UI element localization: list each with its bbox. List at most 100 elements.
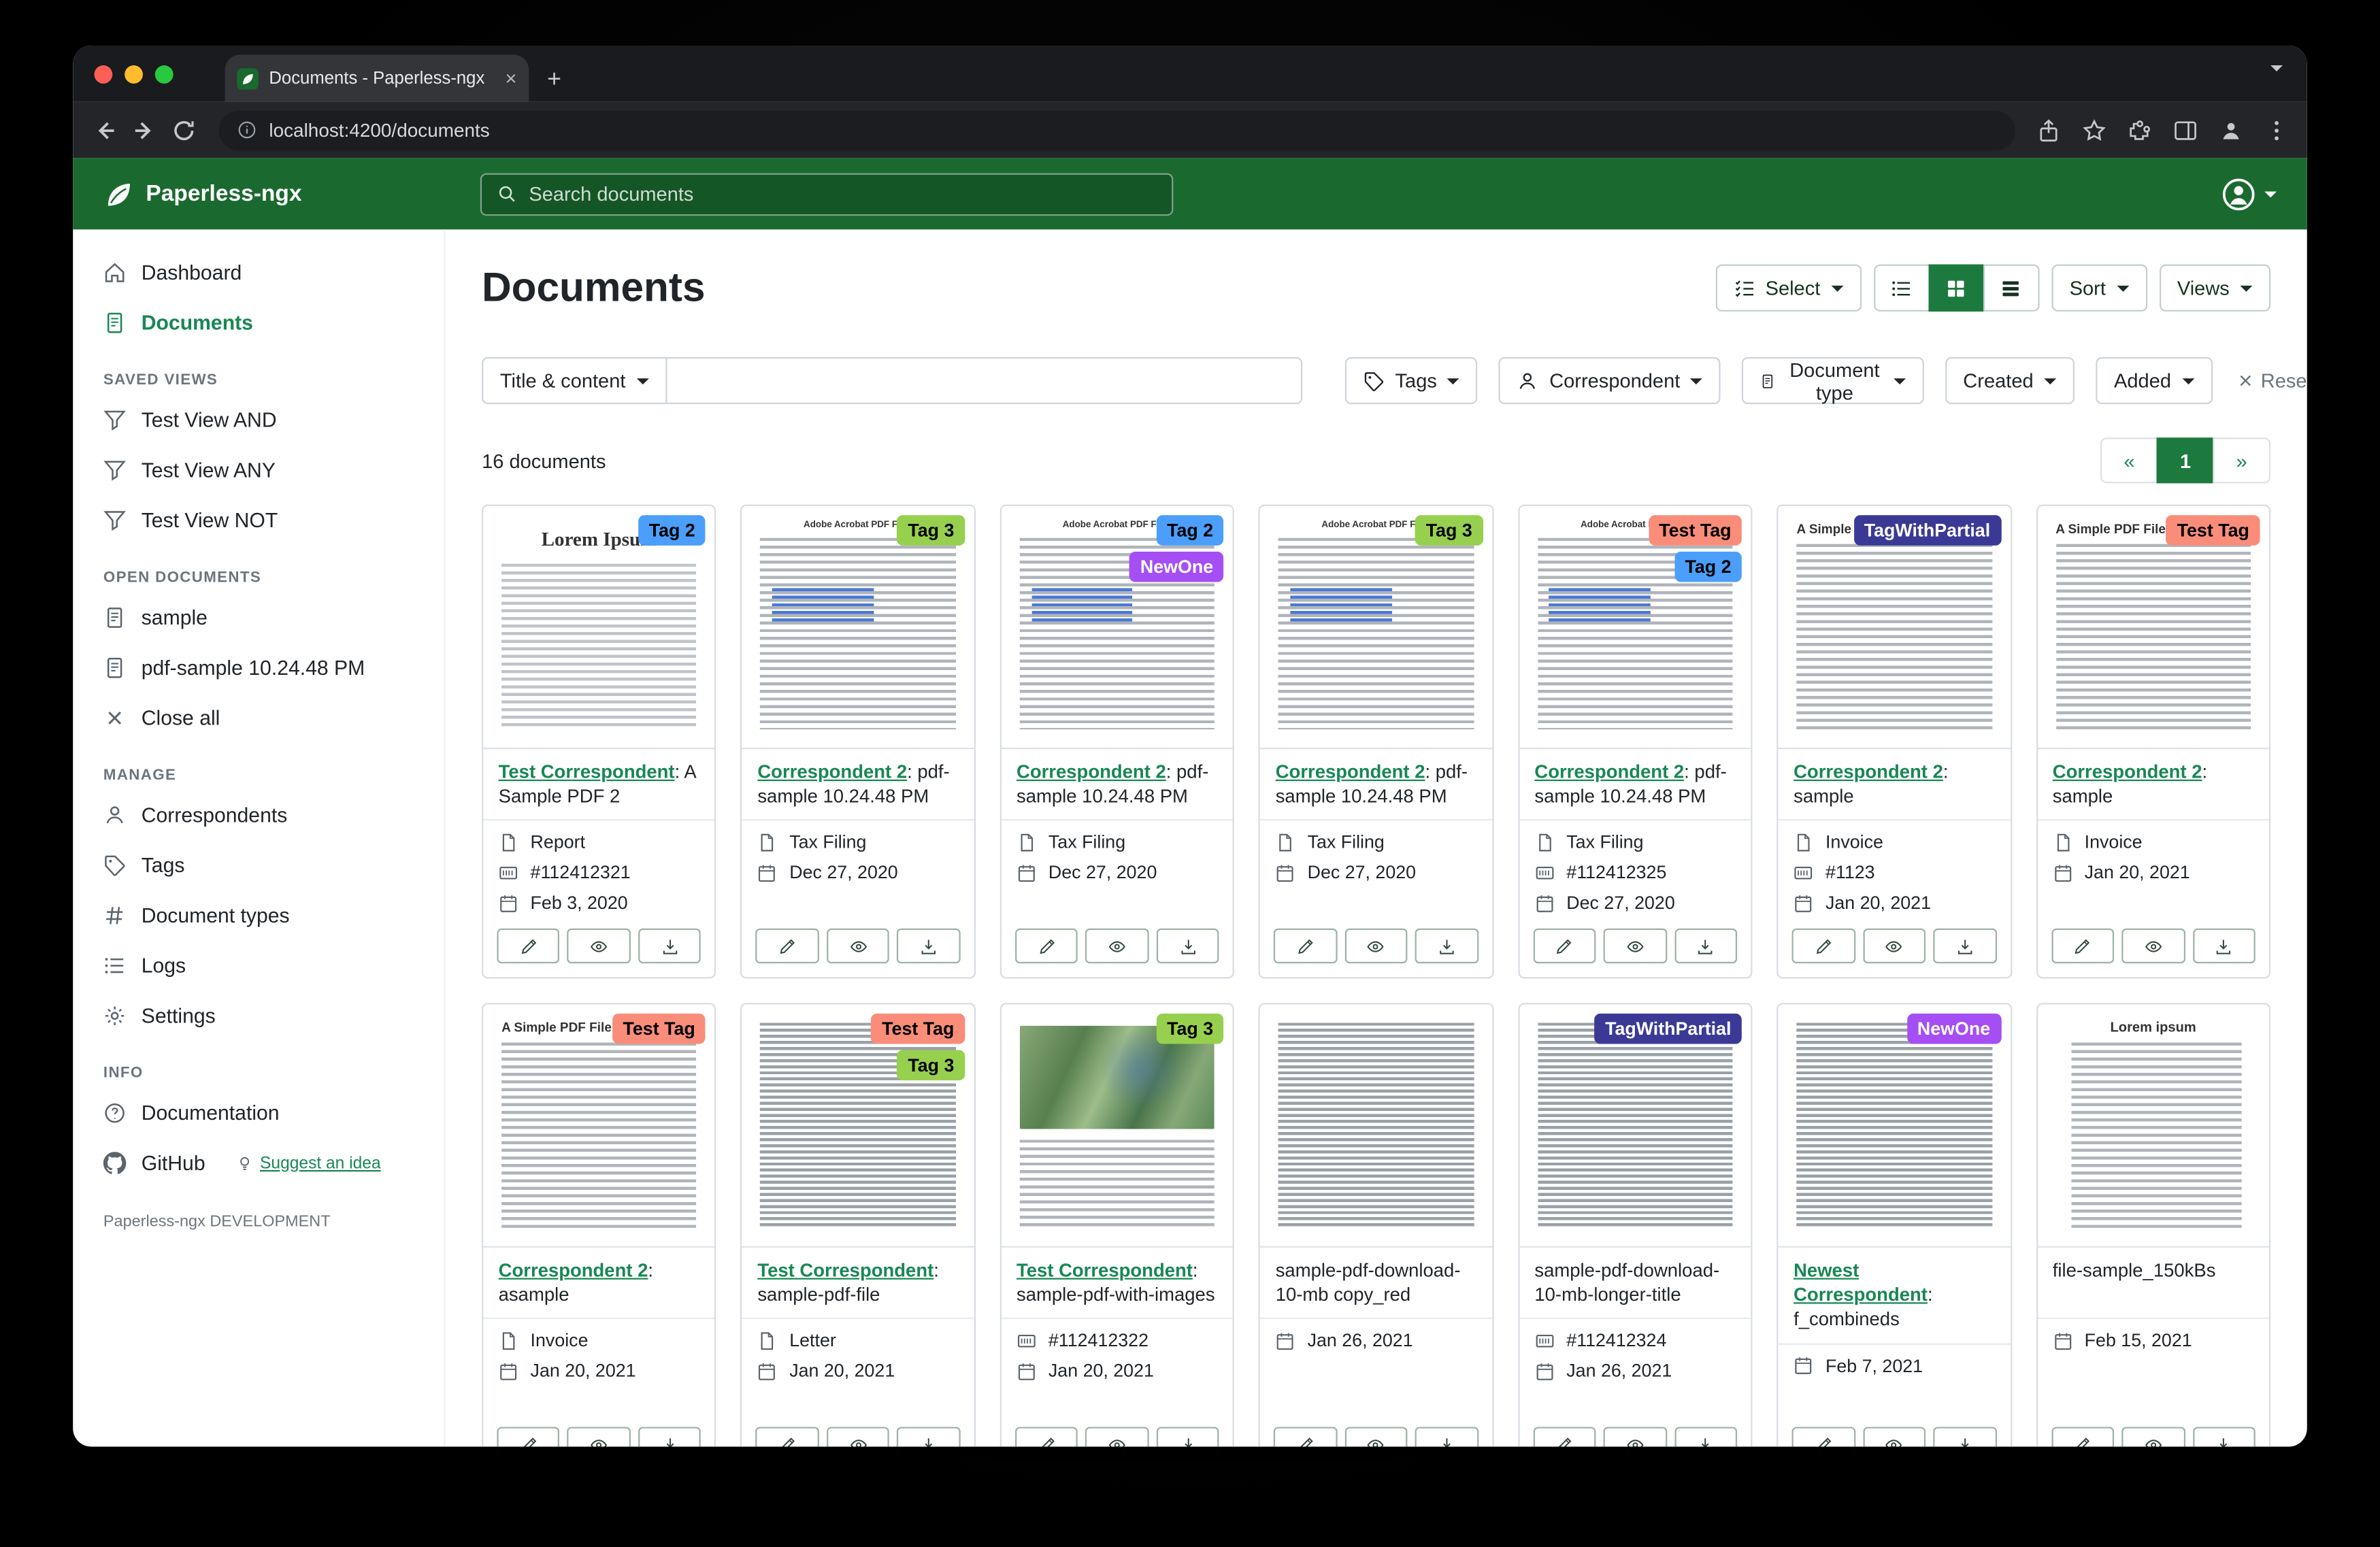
browser-tab[interactable]: Documents - Paperless-ngx × <box>225 54 529 101</box>
tag-badge[interactable]: Test Tag <box>1649 515 1742 546</box>
sidebar-item-documentation[interactable]: Documentation <box>103 1088 444 1138</box>
download-button[interactable] <box>1674 929 1738 963</box>
download-button[interactable] <box>1933 1427 1996 1446</box>
tag-badge[interactable]: Tag 3 <box>897 1050 965 1080</box>
global-search[interactable] <box>480 173 1174 216</box>
side-panel-icon[interactable] <box>2173 118 2198 142</box>
grid-view-button[interactable] <box>1928 265 1985 312</box>
sidebar-item-tags[interactable]: Tags <box>103 840 444 891</box>
sidebar-item-documents[interactable]: Documents <box>103 298 444 348</box>
edit-button[interactable] <box>1533 929 1596 963</box>
view-button[interactable] <box>1086 929 1149 963</box>
zoom-window-button[interactable] <box>155 65 173 83</box>
download-button[interactable] <box>2192 929 2255 963</box>
user-menu[interactable] <box>2220 176 2277 212</box>
correspondent-link[interactable]: Correspondent 2 <box>1534 761 1684 782</box>
card-thumbnail[interactable]: A Simple PDF File TagWithPartial <box>1779 506 2010 749</box>
correspondent-link[interactable]: Correspondent 2 <box>1794 761 1943 782</box>
sidebar-item-test-view-and[interactable]: Test View AND <box>103 395 444 446</box>
correspondent-link[interactable]: Correspondent 2 <box>757 761 907 782</box>
view-button[interactable] <box>567 1427 631 1446</box>
correspondent-filter-button[interactable]: Correspondent <box>1499 357 1721 404</box>
tag-badge[interactable]: Test Tag <box>872 1014 965 1044</box>
url-bar[interactable]: localhost:4200/documents <box>219 110 2015 150</box>
next-page-button[interactable]: » <box>2213 437 2270 483</box>
profile-icon[interactable] <box>2219 118 2243 142</box>
download-button[interactable] <box>1415 1427 1478 1446</box>
view-button[interactable] <box>2121 1427 2185 1446</box>
site-info-icon[interactable] <box>237 120 257 139</box>
list-view-button[interactable] <box>1873 265 1930 312</box>
brand[interactable]: Paperless-ngx <box>103 178 480 209</box>
edit-button[interactable] <box>1015 1427 1078 1446</box>
card-thumbnail[interactable]: Adobe Acrobat PDF Files Tag 3 <box>1260 506 1491 749</box>
view-button[interactable] <box>1863 929 1926 963</box>
tag-badge[interactable]: Tag 3 <box>897 515 965 546</box>
edit-button[interactable] <box>2051 929 2115 963</box>
created-filter-button[interactable]: Created <box>1945 357 2075 404</box>
tag-badge[interactable]: TagWithPartial <box>1594 1014 1742 1044</box>
close-window-button[interactable] <box>94 65 112 83</box>
download-button[interactable] <box>638 1427 701 1446</box>
views-button[interactable]: Views <box>2159 265 2270 312</box>
search-field-selector-button[interactable]: Title & content <box>482 357 667 404</box>
sidebar-item-sample[interactable]: sample <box>103 593 444 643</box>
card-thumbnail[interactable]: Adobe Acrobat PDF Files Test TagTag 2 <box>1519 506 1751 749</box>
close-tab-icon[interactable]: × <box>505 67 516 90</box>
edit-button[interactable] <box>1792 1427 1855 1446</box>
sidebar-item-correspondents[interactable]: Correspondents <box>103 791 444 841</box>
edit-button[interactable] <box>756 929 819 963</box>
tag-badge[interactable]: Tag 2 <box>1156 515 1223 546</box>
view-button[interactable] <box>1604 929 1667 963</box>
back-icon[interactable] <box>91 116 118 144</box>
correspondent-link[interactable]: Newest Correspondent <box>1794 1260 1928 1305</box>
extensions-icon[interactable] <box>2128 118 2152 142</box>
correspondent-link[interactable]: Test Correspondent <box>1017 1260 1193 1281</box>
view-button[interactable] <box>1344 929 1408 963</box>
edit-button[interactable] <box>756 1427 819 1446</box>
correspondent-link[interactable]: Correspondent 2 <box>2053 761 2202 782</box>
card-thumbnail[interactable]: Adobe Acrobat PDF Files Tag 2NewOne <box>1002 506 1233 749</box>
forward-icon[interactable] <box>131 116 158 144</box>
correspondent-link[interactable]: Correspondent 2 <box>1017 761 1166 782</box>
tag-badge[interactable]: Tag 2 <box>638 515 706 546</box>
tag-badge[interactable]: Tag 3 <box>1156 1014 1223 1044</box>
tag-badge[interactable]: NewOne <box>1906 1014 2001 1044</box>
correspondent-link[interactable]: Test Correspondent <box>499 761 675 782</box>
share-icon[interactable] <box>2036 118 2061 142</box>
card-thumbnail[interactable]: Lorem Ipsum Tag 2 <box>483 506 714 749</box>
reload-icon[interactable] <box>170 116 197 144</box>
card-thumbnail[interactable]: Adobe Acrobat PDF Files Tag 3 <box>742 506 974 749</box>
card-thumbnail[interactable] <box>1260 1004 1491 1247</box>
filter-query-input[interactable] <box>667 357 1303 404</box>
tag-badge[interactable]: Test Tag <box>612 1014 706 1044</box>
card-thumbnail[interactable]: A Simple PDF File Test Tag <box>483 1004 714 1247</box>
edit-button[interactable] <box>1274 1427 1337 1446</box>
view-button[interactable] <box>827 1427 890 1446</box>
sidebar-item-document-types[interactable]: Document types <box>103 891 444 941</box>
download-button[interactable] <box>1415 929 1478 963</box>
card-thumbnail[interactable]: Test Tag Tag 3 <box>742 1004 974 1247</box>
correspondent-link[interactable]: Test Correspondent <box>757 1260 933 1281</box>
card-thumbnail[interactable]: Tag 3 <box>1002 1004 1233 1247</box>
sidebar-item-logs[interactable]: Logs <box>103 941 444 991</box>
correspondent-link[interactable]: Correspondent 2 <box>1276 761 1425 782</box>
search-input[interactable] <box>529 182 1157 205</box>
tag-badge[interactable]: Test Tag <box>2166 515 2260 546</box>
detail-view-button[interactable] <box>1983 265 2039 312</box>
edit-button[interactable] <box>1015 929 1078 963</box>
tab-search-chevron-icon[interactable] <box>2270 65 2283 71</box>
tag-badge[interactable]: Tag 3 <box>1415 515 1483 546</box>
download-button[interactable] <box>897 1427 961 1446</box>
sidebar-item-test-view-any[interactable]: Test View ANY <box>103 445 444 495</box>
previous-page-button[interactable]: « <box>2100 437 2158 483</box>
tag-badge[interactable]: Tag 2 <box>1674 552 1742 582</box>
new-tab-button[interactable]: + <box>547 69 561 93</box>
download-button[interactable] <box>1674 1427 1738 1446</box>
minimize-window-button[interactable] <box>125 65 143 83</box>
edit-button[interactable] <box>1792 929 1855 963</box>
sidebar-item-close-all[interactable]: Close all <box>103 693 444 744</box>
bookmark-star-icon[interactable] <box>2082 118 2106 142</box>
edit-button[interactable] <box>2051 1427 2115 1446</box>
card-thumbnail[interactable]: Lorem ipsum <box>2037 1004 2268 1247</box>
